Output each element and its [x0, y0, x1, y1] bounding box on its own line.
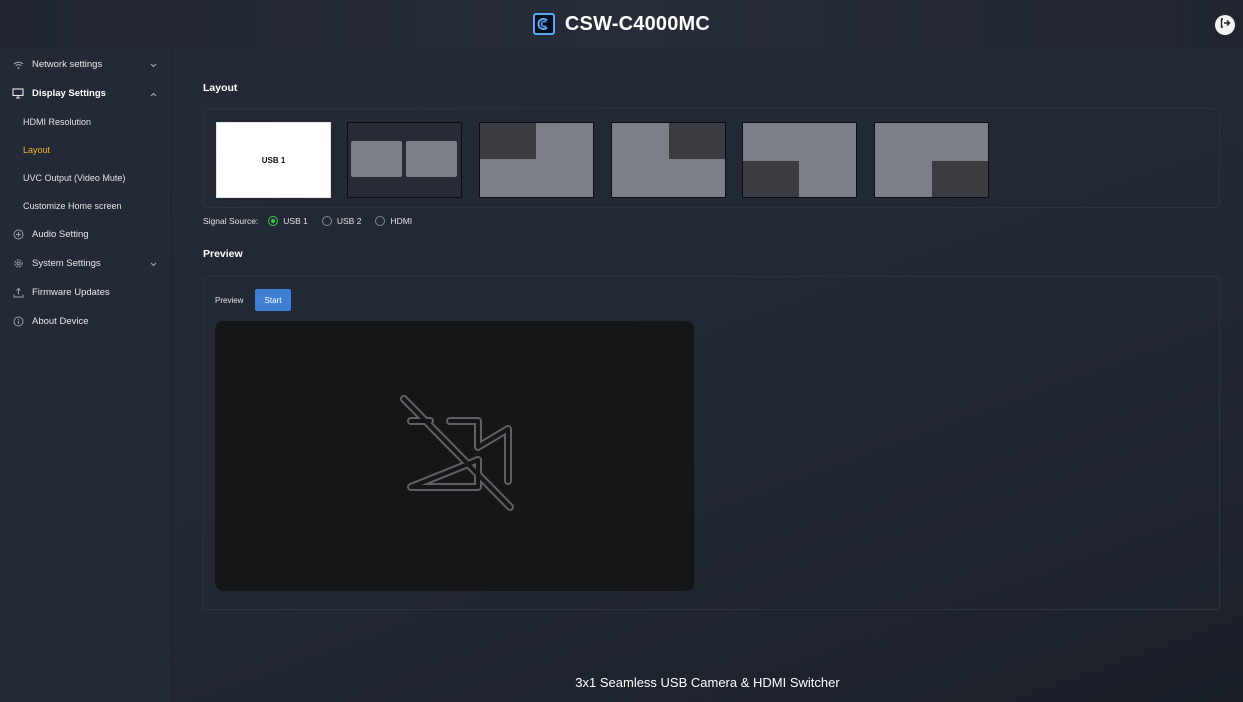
wifi-icon — [12, 59, 24, 71]
radio-label: USB 1 — [283, 216, 308, 226]
layout-option-single[interactable]: USB 1 — [216, 122, 331, 198]
sidebar-subitem-hdmi-resolution[interactable]: HDMI Resolution — [0, 108, 171, 136]
preview-panel: Preview Start — [203, 276, 1220, 610]
layout-options-panel: USB 1 — [203, 108, 1220, 208]
app-title: CSW-C4000MC — [564, 12, 711, 35]
sidebar-item-label: Firmware Updates — [32, 287, 110, 298]
signal-source-label: Signal Source: — [203, 216, 259, 226]
layout-heading: Layout — [203, 82, 238, 94]
signal-source-usb2-radio[interactable]: USB 2 — [321, 216, 362, 226]
brand: CSW-C4000MC — [532, 12, 711, 36]
footer-tagline: 3x1 Seamless USB Camera & HDMI Switcher — [575, 675, 840, 690]
sidebar-item-label: Audio Setting — [32, 229, 89, 240]
layout-pip-window — [743, 161, 799, 197]
radio-label: HDMI — [390, 216, 413, 226]
sidebar-item-label: System Settings — [32, 258, 101, 269]
layout-option-pip-top-right[interactable] — [611, 122, 726, 198]
info-icon — [12, 316, 24, 328]
layout-pip-window — [932, 161, 988, 197]
sidebar-item-audio-setting[interactable]: Audio Setting — [0, 220, 171, 249]
chevron-down-icon — [150, 259, 157, 270]
start-button[interactable]: Start — [255, 289, 291, 311]
sidebar-item-system-settings[interactable]: System Settings — [0, 249, 171, 278]
sidebar-item-label: About Device — [32, 316, 89, 327]
preview-heading: Preview — [203, 248, 243, 260]
radio-label: USB 2 — [336, 216, 362, 226]
sidebar-subitem-layout[interactable]: Layout — [0, 136, 171, 164]
radio-dot — [268, 216, 279, 226]
layout-tile-left — [351, 141, 402, 177]
monitor-icon — [12, 88, 24, 100]
signal-source-usb1-radio[interactable]: USB 1 — [268, 216, 308, 226]
sidebar-item-display-settings[interactable]: Display Settings — [0, 79, 171, 108]
sidebar-item-label: Display Settings — [32, 88, 106, 99]
chevron-up-icon — [150, 89, 157, 100]
radio-dot — [321, 216, 332, 226]
sidebar-item-label: Network settings — [32, 59, 103, 70]
gear-icon — [12, 258, 24, 270]
signal-source-hdmi-radio[interactable]: HDMI — [375, 216, 412, 226]
sidebar-item-about-device[interactable]: About Device — [0, 307, 171, 336]
signal-source-row: Signal Source: USB 1 USB 2 HDMI — [203, 214, 412, 228]
chevron-down-icon — [150, 60, 157, 71]
layout-pip-window — [669, 123, 725, 159]
layout-option-pip-bottom-right[interactable] — [874, 122, 989, 198]
brand-logo-icon — [532, 13, 555, 35]
layout-option-side-by-side[interactable] — [347, 122, 462, 198]
layout-option-pip-top-left[interactable] — [479, 122, 594, 198]
upload-icon — [12, 287, 24, 299]
layout-option-pip-bottom-left[interactable] — [742, 122, 857, 198]
preview-label: Preview — [215, 296, 244, 305]
radio-dot — [375, 216, 386, 226]
logout-icon — [1219, 16, 1231, 34]
video-off-icon — [380, 389, 530, 524]
sidebar-item-network-settings[interactable]: Network settings — [0, 50, 171, 79]
layout-option-single-label: USB 1 — [261, 155, 286, 165]
sidebar-item-firmware-updates[interactable]: Firmware Updates — [0, 278, 171, 307]
main-content: Layout USB 1 Signal Source: USB 1 USB 2 … — [172, 48, 1243, 702]
sidebar-subitem-uvc-output[interactable]: UVC Output (Video Mute) — [0, 164, 171, 192]
video-preview — [215, 321, 694, 591]
logout-button[interactable] — [1215, 15, 1235, 35]
layout-pip-window — [480, 123, 536, 159]
sidebar-subitem-customize-home[interactable]: Customize Home screen — [0, 192, 171, 220]
layout-tile-right — [406, 141, 457, 177]
top-header: CSW-C4000MC — [0, 0, 1243, 48]
plus-circle-icon — [12, 229, 24, 241]
sidebar: Network settings Display Settings HDMI R… — [0, 48, 172, 702]
app-root: CSW-C4000MC Network settings Display Set… — [0, 0, 1243, 702]
